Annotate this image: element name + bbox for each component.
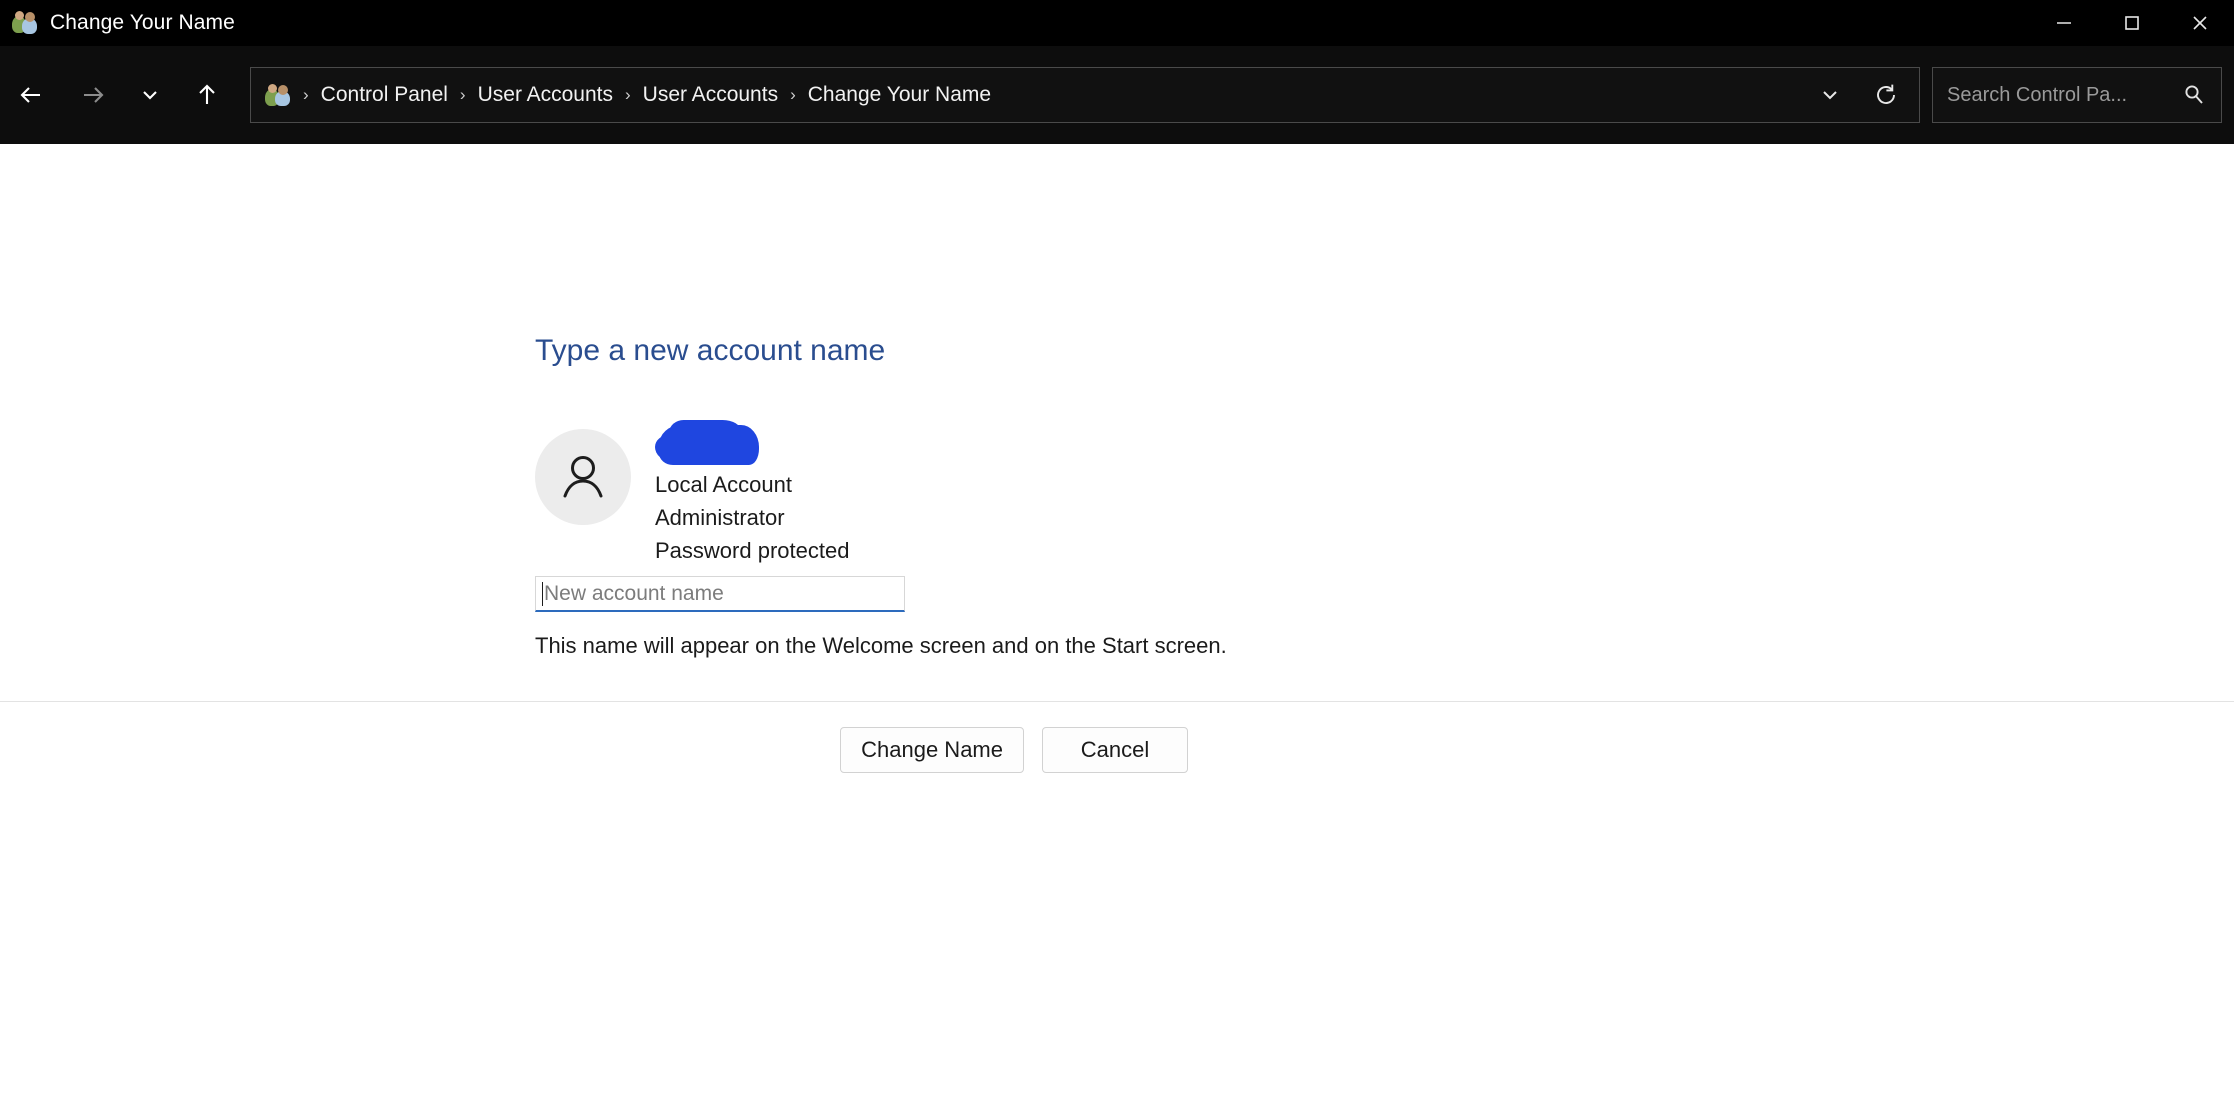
breadcrumb-item-user-accounts[interactable]: User Accounts [472,79,619,111]
back-arrow-icon [20,87,40,103]
breadcrumb: › Control Panel › User Accounts › User A… [297,79,1803,111]
account-password-line: Password protected [655,538,850,563]
breadcrumb-item-user-accounts-2[interactable]: User Accounts [637,79,784,111]
up-arrow-icon [199,84,215,104]
window-controls [2030,0,2234,46]
minimize-button[interactable] [2030,0,2098,46]
breadcrumb-user-accounts-icon [265,83,291,107]
avatar [535,429,631,525]
close-button[interactable] [2166,0,2234,46]
breadcrumb-separator: › [303,85,309,104]
user-accounts-icon [12,11,38,35]
search-icon [2177,82,2211,108]
minimize-icon [2057,22,2071,24]
maximize-button[interactable] [2098,0,2166,46]
new-account-name-field-wrapper [535,576,905,612]
account-role-line: Administrator [655,505,785,530]
page-title: Type a new account name [535,334,886,367]
cancel-button[interactable]: Cancel [1042,727,1188,773]
search-input[interactable] [1947,83,2177,107]
window-title: Change Your Name [50,11,235,34]
refresh-icon [1877,84,1895,104]
maximize-icon [2125,16,2139,30]
refresh-button[interactable] [1859,69,1913,121]
breadcrumb-item-change-your-name[interactable]: Change Your Name [802,79,997,111]
account-type-line: Local Account [655,472,792,497]
hint-text: This name will appear on the Welcome scr… [535,633,1227,658]
breadcrumb-item-control-panel[interactable]: Control Panel [315,79,454,111]
breadcrumb-separator: › [790,85,796,104]
close-icon [2193,16,2207,30]
account-name-redaction [655,420,759,465]
account-info: Local Account Administrator Password pro… [655,420,850,567]
change-name-button[interactable]: Change Name [840,727,1024,773]
text-caret [542,581,543,606]
forward-button[interactable] [62,64,124,126]
address-bar[interactable]: › Control Panel › User Accounts › User A… [250,67,1920,123]
address-bar-actions [1803,69,1913,121]
navigation-toolbar: › Control Panel › User Accounts › User A… [0,46,2234,144]
footer-divider [0,701,2234,702]
title-bar-left: Change Your Name [0,11,235,35]
forward-arrow-icon [84,87,104,103]
control-panel-window: Change Your Name › Control Panel › User … [0,0,2234,1098]
content-area: Type a new account name Local Account Ad… [0,144,2234,1098]
back-button[interactable] [0,64,62,126]
person-icon [563,456,603,498]
action-buttons: Change Name Cancel [840,727,1188,773]
search-box[interactable] [1932,67,2222,123]
up-button[interactable] [176,64,238,126]
recent-locations-button[interactable] [124,64,176,126]
chevron-down-icon [143,91,157,100]
account-summary: Local Account Administrator Password pro… [535,420,850,567]
new-account-name-field[interactable] [535,576,905,612]
title-bar: Change Your Name [0,0,2234,46]
breadcrumb-separator: › [625,85,631,104]
breadcrumb-separator: › [459,85,466,104]
chevron-down-icon [1823,91,1837,100]
address-dropdown-button[interactable] [1803,69,1857,121]
new-account-name-input[interactable] [544,581,900,606]
